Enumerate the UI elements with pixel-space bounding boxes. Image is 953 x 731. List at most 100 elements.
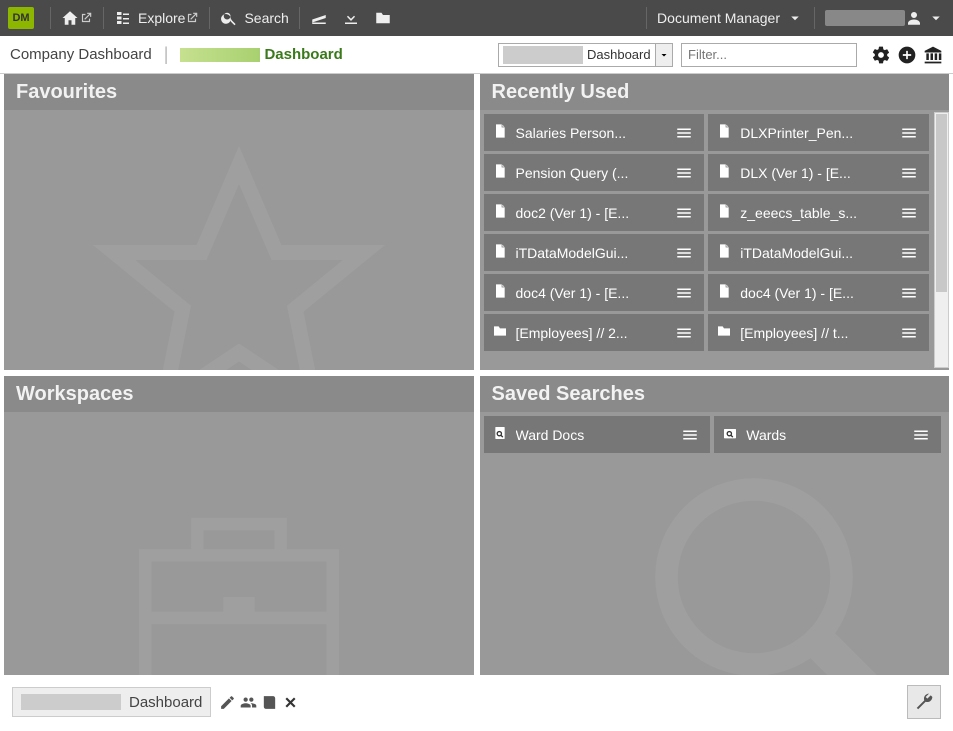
item-menu-button[interactable]	[672, 204, 696, 222]
search-button[interactable]: Search	[220, 9, 288, 27]
file-icon	[492, 243, 508, 259]
list-item[interactable]: doc4 (Ver 1) - [E...	[484, 274, 705, 311]
select-dropdown-button[interactable]	[655, 44, 672, 66]
list-item[interactable]: Salaries Person...	[484, 114, 705, 151]
item-label: Ward Docs	[516, 427, 671, 443]
breadcrumb-bar: Company Dashboard | Dashboard Dashboard	[0, 36, 953, 74]
item-icon	[492, 283, 508, 302]
list-item[interactable]: [Employees] // t...	[708, 314, 929, 351]
item-label: z_eeecs_table_s...	[740, 205, 889, 221]
external-icon	[185, 11, 199, 25]
edit-icon[interactable]	[219, 694, 236, 711]
list-item[interactable]: Pension Query (...	[484, 154, 705, 191]
username-obscured	[825, 10, 905, 26]
item-label: Salaries Person...	[516, 125, 665, 141]
filter-input[interactable]	[681, 43, 857, 67]
list-item[interactable]: [Employees] // 2...	[484, 314, 705, 351]
settings-icon[interactable]	[871, 45, 891, 65]
item-label: doc4 (Ver 1) - [E...	[740, 285, 889, 301]
item-menu-button[interactable]	[897, 164, 921, 182]
search-watermark-icon	[629, 452, 929, 675]
item-icon	[716, 323, 732, 342]
dashboard-select[interactable]: Dashboard	[498, 43, 673, 67]
home-popout-button[interactable]	[79, 11, 93, 25]
saved-searches-header: Saved Searches	[480, 376, 950, 412]
download-button[interactable]	[342, 9, 360, 27]
item-menu-button[interactable]	[672, 284, 696, 302]
footer-tab-label: Dashboard	[129, 694, 202, 711]
scan-icon	[310, 9, 328, 27]
list-item[interactable]: doc4 (Ver 1) - [E...	[708, 274, 929, 311]
item-menu-button[interactable]	[672, 324, 696, 342]
share-icon[interactable]	[240, 694, 257, 711]
recently-used-panel: Recently Used Salaries Person...DLXPrint…	[480, 74, 950, 370]
item-menu-button[interactable]	[897, 124, 921, 142]
breadcrumb-separator: |	[164, 44, 169, 65]
item-label: Wards	[746, 427, 901, 443]
menu-icon	[675, 284, 693, 302]
tools-button[interactable]	[907, 685, 941, 719]
scan-button[interactable]	[310, 9, 328, 27]
star-watermark-icon	[89, 140, 389, 370]
app-switcher[interactable]: Document Manager	[657, 9, 804, 27]
item-menu-button[interactable]	[672, 164, 696, 182]
menu-icon	[675, 244, 693, 262]
list-item[interactable]: iTDataModelGui...	[484, 234, 705, 271]
list-item[interactable]: doc2 (Ver 1) - [E...	[484, 194, 705, 231]
explore-popout-button[interactable]	[185, 11, 199, 25]
menu-icon	[900, 284, 918, 302]
list-item[interactable]: DLXPrinter_Pen...	[708, 114, 929, 151]
item-menu-button[interactable]	[672, 244, 696, 262]
app-logo[interactable]: DM	[8, 7, 34, 29]
list-item[interactable]: Ward Docs	[484, 416, 711, 453]
add-icon[interactable]	[897, 45, 917, 65]
folder-button[interactable]	[374, 9, 392, 27]
select-value: Dashboard	[587, 47, 655, 62]
menu-icon	[900, 244, 918, 262]
tree-icon	[114, 9, 132, 27]
folder-open-icon	[374, 9, 392, 27]
item-menu-button[interactable]	[897, 204, 921, 222]
top-toolbar: DM Explore Search Document Manager	[0, 0, 953, 36]
scrollbar-thumb[interactable]	[936, 114, 947, 292]
home-button[interactable]	[61, 9, 79, 27]
item-icon	[492, 123, 508, 142]
search-icon	[220, 9, 238, 27]
list-item[interactable]: iTDataModelGui...	[708, 234, 929, 271]
breadcrumb-current: Dashboard	[180, 46, 342, 63]
chevron-down-icon	[927, 9, 945, 27]
recent-scrollbar[interactable]	[934, 112, 949, 368]
item-menu-button[interactable]	[897, 244, 921, 262]
archive-icon[interactable]	[923, 45, 943, 65]
menu-icon	[900, 204, 918, 222]
explore-button[interactable]: Explore	[114, 9, 185, 27]
menu-icon	[675, 164, 693, 182]
recent-list: Salaries Person... DLXPrinter_Pen...Pensi…	[484, 114, 946, 351]
saved-searches-panel: Saved Searches Ward Docs Wards	[480, 376, 950, 675]
file-icon	[716, 283, 732, 299]
list-item[interactable]: Wards	[714, 416, 941, 453]
search-label: Search	[244, 10, 288, 26]
item-label: doc2 (Ver 1) - [E...	[516, 205, 665, 221]
item-icon	[492, 323, 508, 342]
favourites-header: Favourites	[4, 74, 474, 110]
list-item[interactable]: DLX (Ver 1) - [E...	[708, 154, 929, 191]
search-folder-icon	[722, 425, 738, 441]
list-item[interactable]: z_eeecs_table_s...	[708, 194, 929, 231]
menu-icon	[900, 124, 918, 142]
item-menu-button[interactable]	[909, 426, 933, 444]
footer-obscured	[21, 694, 121, 710]
user-menu[interactable]	[905, 9, 945, 27]
book-icon[interactable]	[261, 694, 278, 711]
close-icon[interactable]	[282, 694, 299, 711]
breadcrumb-root[interactable]: Company Dashboard	[10, 46, 152, 63]
item-menu-button[interactable]	[897, 324, 921, 342]
user-icon	[905, 9, 923, 27]
item-menu-button[interactable]	[678, 426, 702, 444]
item-menu-button[interactable]	[897, 284, 921, 302]
footer-dashboard-tab[interactable]: Dashboard	[12, 687, 211, 717]
item-icon	[492, 163, 508, 182]
wrench-icon	[914, 692, 934, 712]
item-menu-button[interactable]	[672, 124, 696, 142]
search-file-icon	[492, 425, 508, 441]
